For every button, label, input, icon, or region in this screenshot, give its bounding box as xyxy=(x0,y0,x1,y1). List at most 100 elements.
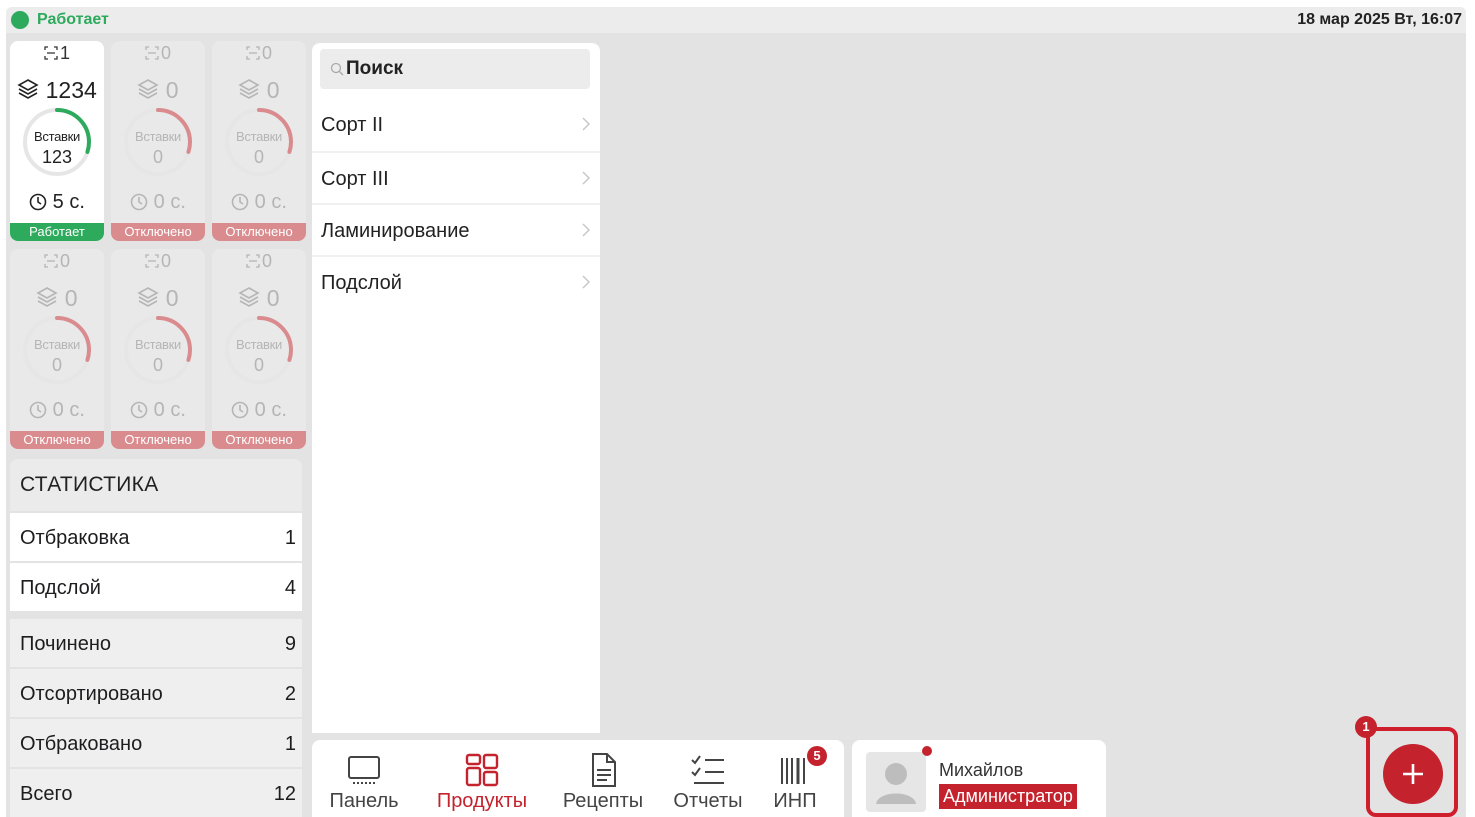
product-item[interactable]: Сорт III xyxy=(312,151,600,203)
search-icon xyxy=(330,62,344,76)
user-role-badge: Администратор xyxy=(939,784,1077,809)
tab-products[interactable]: Продукты xyxy=(428,752,536,813)
tile-time-value: 0 с. xyxy=(153,191,186,213)
machine-tile[interactable]: 0 0 Вставки 0 0 с. Отключено xyxy=(10,249,104,449)
scan-icon xyxy=(145,254,159,268)
user-card[interactable]: Михайлов Администратор xyxy=(852,740,1106,817)
scan-icon xyxy=(246,46,260,60)
machine-tile[interactable]: 0 0 Вставки 0 0 с. Отключено xyxy=(111,41,205,241)
clock-icon xyxy=(130,193,148,211)
statistics-panel: СТАТИСТИКА Отбраковка 1 Подслой 4 Почине… xyxy=(10,459,302,817)
tab-panel[interactable]: Панель xyxy=(326,752,402,813)
machine-tiles: 1 1234 Вставки 123 5 с. Работает 0 0 Вставки 0… xyxy=(10,41,306,451)
tab-inp[interactable]: 5 ИНП xyxy=(764,746,827,813)
tile-status-badge: Отключено xyxy=(212,431,306,449)
search-box xyxy=(320,49,590,89)
inserts-label: Вставки xyxy=(34,337,80,352)
tile-stack-value: 1234 xyxy=(45,77,97,103)
stat-row: Всего 12 xyxy=(10,767,302,817)
tile-counter: 0 xyxy=(10,251,104,272)
clock-icon xyxy=(231,401,249,419)
scan-icon xyxy=(246,254,260,268)
product-list: Сорт II Сорт III Ламинирование Подслой xyxy=(312,99,600,307)
tile-time: 0 с. xyxy=(212,399,306,422)
chevron-right-icon xyxy=(582,117,590,131)
layers-icon xyxy=(36,287,59,307)
tile-stack-count: 0 xyxy=(10,285,104,312)
tile-counter: 1 xyxy=(10,43,104,64)
tile-stack-value: 0 xyxy=(64,285,78,311)
inserts-value: 0 xyxy=(152,355,163,375)
inserts-label: Вставки xyxy=(236,129,282,144)
tab-reports[interactable]: Отчеты xyxy=(668,752,748,813)
layers-icon xyxy=(17,79,39,99)
product-item[interactable]: Сорт II xyxy=(312,99,600,151)
inserts-value: 0 xyxy=(253,147,264,167)
layers-icon xyxy=(137,287,160,307)
stat-value: 1 xyxy=(284,527,296,549)
tile-stack-count: 0 xyxy=(111,77,205,104)
tile-time: 0 с. xyxy=(212,191,306,214)
status-bar: Работает 18 мар 2025 Вт, 16:07 xyxy=(6,7,1466,33)
tile-stack-value: 0 xyxy=(266,285,280,311)
user-name: Михайлов xyxy=(939,760,1024,780)
tile-status-badge: Работает xyxy=(10,223,104,241)
stat-row: Починено 9 xyxy=(10,617,302,667)
machine-tile[interactable]: 0 0 Вставки 0 0 с. Отключено xyxy=(212,41,306,241)
stat-label: Отсортировано xyxy=(20,683,163,705)
product-item-label: Подслой xyxy=(321,272,402,294)
layers-icon xyxy=(238,79,261,99)
app-window: Работает 18 мар 2025 Вт, 16:07 1 1234 Вст… xyxy=(6,7,1466,817)
tab-recipes[interactable]: Рецепты xyxy=(556,752,650,813)
tile-counter: 0 xyxy=(212,251,306,272)
tile-counter: 0 xyxy=(212,43,306,64)
tile-time: 0 с. xyxy=(10,399,104,422)
tile-time-value: 0 с. xyxy=(254,191,287,213)
clock-icon xyxy=(130,401,148,419)
inserts-label: Вставки xyxy=(236,337,282,352)
tile-counter-value: 0 xyxy=(261,251,272,271)
inserts-value: 0 xyxy=(253,355,264,375)
tab-label: Панель xyxy=(329,790,399,812)
product-list-panel: Сорт II Сорт III Ламинирование Подслой xyxy=(312,43,600,733)
inserts-value: 0 xyxy=(51,355,62,375)
stat-value: 9 xyxy=(284,633,296,655)
tile-status-badge: Отключено xyxy=(111,223,205,241)
plus-icon xyxy=(1403,764,1423,784)
tile-stack-value: 0 xyxy=(165,285,179,311)
chevron-right-icon xyxy=(582,275,590,289)
stat-row: Подслой 4 xyxy=(10,561,302,611)
add-button[interactable] xyxy=(1383,744,1443,804)
tile-counter: 0 xyxy=(111,251,205,272)
avatar xyxy=(866,752,926,812)
tab-label: Отчеты xyxy=(673,790,743,812)
inserts-label: Вставки xyxy=(135,129,181,144)
clock-icon xyxy=(29,401,47,419)
layers-icon xyxy=(137,79,160,99)
search-input[interactable] xyxy=(346,55,582,83)
document-icon xyxy=(592,753,616,787)
tab-label: Продукты xyxy=(436,790,528,812)
machine-tile[interactable]: 0 0 Вставки 0 0 с. Отключено xyxy=(111,249,205,449)
machine-tile[interactable]: 0 0 Вставки 0 0 с. Отключено xyxy=(212,249,306,449)
tile-time: 0 с. xyxy=(111,191,205,214)
product-item[interactable]: Подслой xyxy=(312,255,600,307)
tile-time: 5 с. xyxy=(10,191,104,214)
tile-time-value: 0 с. xyxy=(254,399,287,421)
tile-stack-value: 0 xyxy=(165,77,179,103)
statistics-title: СТАТИСТИКА xyxy=(20,473,159,496)
date-time: 18 мар 2025 Вт, 16:07 xyxy=(1297,11,1462,28)
tile-time: 0 с. xyxy=(111,399,205,422)
inserts-label: Вставки xyxy=(34,129,80,144)
chevron-right-icon xyxy=(582,171,590,185)
tile-status-badge: Отключено xyxy=(10,431,104,449)
tile-counter-value: 1 xyxy=(59,43,70,63)
scan-icon xyxy=(44,254,58,268)
scan-icon xyxy=(44,46,58,60)
product-item[interactable]: Ламинирование xyxy=(312,203,600,255)
stat-label: Всего xyxy=(20,783,73,805)
stat-value: 12 xyxy=(273,783,296,805)
layers-icon xyxy=(238,287,261,307)
machine-tile[interactable]: 1 1234 Вставки 123 5 с. Работает xyxy=(10,41,104,241)
tile-stack-value: 0 xyxy=(266,77,280,103)
